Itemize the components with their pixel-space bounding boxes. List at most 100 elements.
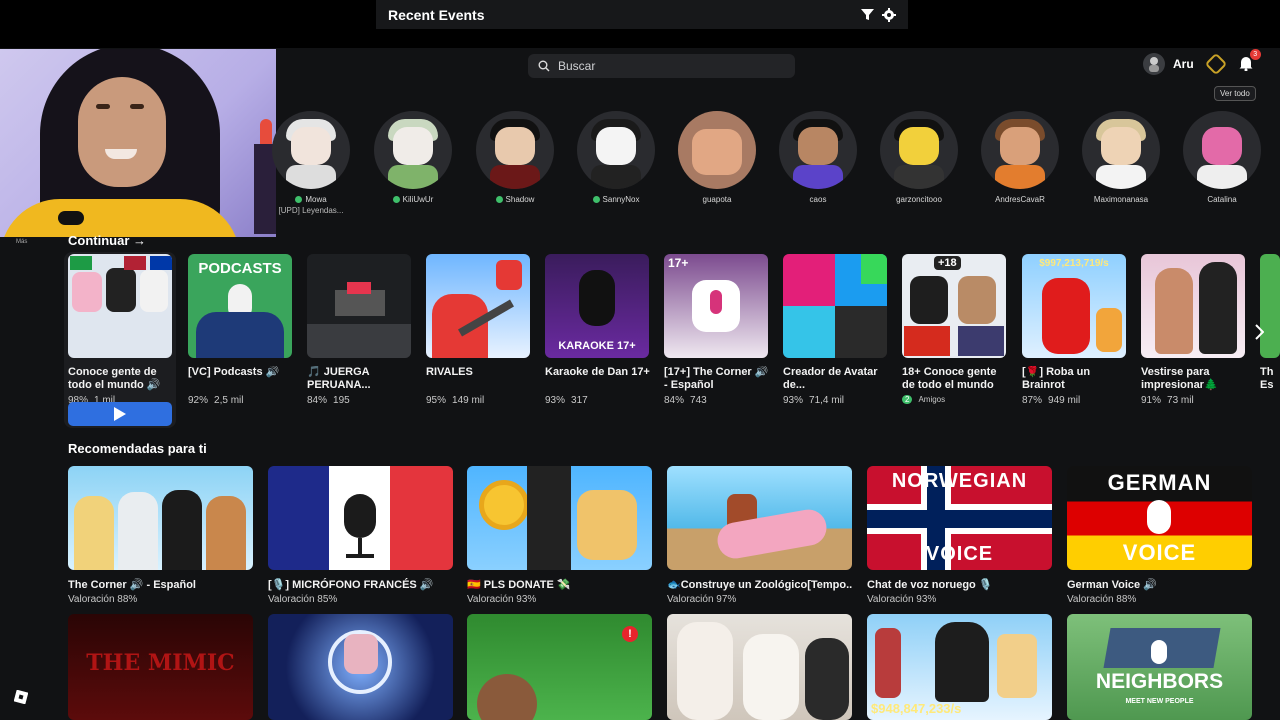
roblox-home-screen: Recent Events Más Aru 3 Ver todo [0, 0, 1280, 720]
friend-avatar [1183, 111, 1261, 189]
like-rating: 84% [307, 395, 328, 406]
play-icon [114, 407, 126, 421]
friend-name: KiliUwUr [402, 195, 434, 204]
friend-avatar [272, 111, 350, 189]
avatar[interactable] [1143, 53, 1165, 75]
game-thumbnail[interactable] [268, 614, 453, 720]
friend-item[interactable]: Mowa [UPD] Leyendas... [261, 111, 361, 215]
friend-name: Shadow [505, 195, 535, 204]
notification-badge: 3 [1249, 49, 1261, 60]
thumbnail-top-text: GERMAN [1107, 470, 1212, 495]
game-thumbnail [307, 254, 411, 358]
game-title: Conoce gente de todo el mundo 🔊 [68, 366, 161, 391]
filter-icon[interactable] [861, 8, 874, 21]
thumbnail-text: PODCASTS [198, 260, 282, 277]
game-card[interactable]: 🇪🇸 PLS DONATE 💸 Valoración 93% [467, 466, 652, 605]
player-count: 73 mil [1167, 395, 1194, 406]
friend-item[interactable]: guapota [667, 111, 767, 204]
game-thumbnail[interactable]: THE MIMIC [68, 614, 253, 720]
game-thumbnail: $997,213,719/s [1022, 254, 1126, 358]
game-card[interactable]: RIVALES 95% 149 mil [426, 254, 532, 406]
friend-item[interactable]: caos [768, 111, 868, 204]
see-all-tooltip[interactable]: Ver todo [1214, 86, 1256, 101]
friend-avatar [779, 111, 857, 189]
like-rating: 91% [1141, 395, 1162, 406]
game-card[interactable]: +18 18+ Conoce gente de todo el mundo 2A… [902, 254, 1008, 404]
game-title: The Corner 🔊 - Español [68, 579, 196, 591]
game-card[interactable]: Vestirse para impresionar🌲 91% 73 mil [1141, 254, 1247, 406]
user-name[interactable]: Aru [1173, 57, 1194, 71]
friend-item[interactable]: Maximonanasa [1071, 111, 1171, 204]
game-thumbnail[interactable]: $948,847,233/s [867, 614, 1052, 720]
thumbnail-subtext: MEET NEW PEOPLE [1125, 698, 1194, 705]
recommended-section-title[interactable]: Recomendadas para ti [68, 441, 207, 456]
friend-avatar [678, 111, 756, 189]
friend-item[interactable]: KiliUwUr [363, 111, 463, 204]
game-title: German Voice 🔊 [1067, 579, 1157, 591]
alert-icon: ! [622, 626, 638, 642]
search-bar[interactable] [528, 54, 795, 78]
thumbnail-text: $948,847,233/s [871, 701, 962, 716]
thumbnail-bottom-text: VOICE [1122, 540, 1197, 565]
roblox-logo-icon[interactable] [14, 690, 28, 704]
thumbnail-text: $997,213,719/s [1039, 258, 1109, 269]
online-indicator [495, 196, 503, 203]
game-card[interactable]: $997,213,719/s [🌹] Roba un Brainrot 87% 9… [1022, 254, 1128, 406]
game-rating: Valoración 85% [268, 594, 338, 605]
game-rating: Valoración 93% [867, 594, 937, 605]
game-card[interactable]: KARAOKE 17+ Karaoke de Dan 17+ 93% 317 [545, 254, 651, 406]
game-card[interactable]: Creador de Avatar de... 93% 71,4 mil [783, 254, 889, 406]
friend-name: garzoncitooo [896, 195, 942, 204]
recent-events-title: Recent Events [388, 6, 485, 23]
game-thumbnail [1141, 254, 1245, 358]
game-card[interactable]: [🎙️] MICRÓFONO FRANCÉS 🔊 Valoración 85% [268, 466, 453, 605]
thumbnail-text: 17+ [668, 256, 689, 270]
like-rating: 84% [664, 395, 685, 406]
friend-item[interactable]: Shadow [465, 111, 565, 204]
game-card[interactable]: PODCASTS [VC] Podcasts 🔊 92% 2,5 mil [188, 254, 294, 406]
game-thumbnail [783, 254, 887, 358]
webcam-overlay [0, 49, 276, 237]
robux-icon[interactable] [1204, 52, 1227, 76]
game-card[interactable]: NORWEGIAN VOICE Chat de voz noruego 🎙️ V… [867, 466, 1052, 605]
game-thumbnail [68, 254, 172, 358]
thumbnail-text: THE MIMIC [86, 650, 235, 676]
game-title: 🇪🇸 PLS DONATE 💸 [467, 579, 571, 591]
thumbnail-text: +18 [934, 256, 961, 270]
game-title: Vestirse para impresionar🌲 [1141, 366, 1218, 391]
more-label[interactable]: Más [16, 239, 27, 245]
friend-avatar [880, 111, 958, 189]
game-card[interactable]: 🐟Construye un Zoológico[Tempo... Valorac… [667, 466, 852, 605]
play-button[interactable] [68, 402, 172, 426]
friend-item[interactable]: Catalina [1172, 111, 1272, 204]
game-thumbnail[interactable]: NEIGHBORS MEET NEW PEOPLE [1067, 614, 1252, 720]
game-card[interactable]: Th Es [1260, 254, 1280, 392]
game-card[interactable]: Conoce gente de todo el mundo 🔊 98% 1 mil [68, 254, 174, 406]
search-input[interactable] [558, 59, 778, 73]
game-thumbnail[interactable] [667, 614, 852, 720]
game-thumbnail [426, 254, 530, 358]
player-count: 317 [571, 395, 588, 406]
like-rating: 93% [545, 395, 566, 406]
game-card[interactable]: GERMAN VOICE German Voice 🔊 Valoración 8… [1067, 466, 1252, 605]
scroll-right-arrow[interactable] [1254, 324, 1268, 352]
friend-name: AndresCavaR [995, 195, 1045, 204]
game-thumbnail [667, 466, 852, 570]
game-card[interactable]: 🎵 JUERGA PERUANA... 84% 195 [307, 254, 413, 406]
player-count: 149 mil [452, 395, 485, 406]
friend-name: Maximonanasa [1093, 195, 1149, 204]
friend-item[interactable]: AndresCavaR [970, 111, 1070, 204]
continue-section-title[interactable]: Continuar → [68, 233, 146, 248]
gear-icon[interactable] [882, 7, 896, 22]
friend-avatar [981, 111, 1059, 189]
game-card[interactable]: 17+ [17+] The Corner 🔊 - Español 84% 743 [664, 254, 770, 406]
friend-name: Catalina [1207, 195, 1237, 204]
game-card[interactable]: The Corner 🔊 - Español Valoración 88% [68, 466, 253, 605]
friend-name: Mowa [305, 195, 327, 204]
friend-item[interactable]: SannyNox [566, 111, 666, 204]
game-thumbnail[interactable]: ! [467, 614, 652, 720]
notifications-button[interactable]: 3 [1238, 49, 1261, 73]
game-thumbnail [68, 466, 253, 570]
friends-row: Mowa [UPD] Leyendas... KiliUwUr Shadow S… [272, 111, 1280, 215]
friend-item[interactable]: garzoncitooo [869, 111, 969, 204]
